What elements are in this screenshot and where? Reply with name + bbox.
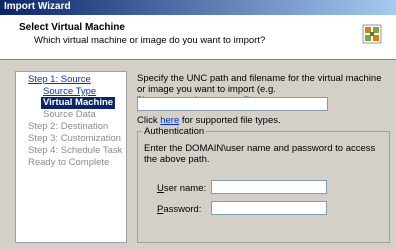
help-line: Click here for supported file types. xyxy=(137,115,281,126)
unc-path-input[interactable] xyxy=(137,97,328,111)
authentication-legend: Authentication xyxy=(142,126,207,137)
window-title: Import Wizard xyxy=(4,1,71,12)
password-label-text: assword: xyxy=(163,204,202,215)
password-label: Password: xyxy=(157,204,201,215)
page-subtitle: Which virtual machine or image do you wa… xyxy=(34,35,266,46)
help-prefix: Click xyxy=(137,115,161,126)
wizard-steps-panel: Step 1: Source Source Type Virtual Machi… xyxy=(15,71,127,243)
import-wizard-window: Import Wizard Select Virtual Machine Whi… xyxy=(0,0,396,249)
username-input[interactable] xyxy=(211,180,327,194)
authentication-description: Enter the DOMAIN\user name and password … xyxy=(144,143,376,165)
supported-file-types-link[interactable]: here xyxy=(160,115,179,126)
nav-ready-to-complete: Ready to Complete xyxy=(28,157,110,168)
wizard-header: Select Virtual Machine Which virtual mac… xyxy=(0,15,396,60)
page-title: Select Virtual Machine xyxy=(19,22,125,33)
username-label: User name: xyxy=(157,183,206,194)
title-bar[interactable]: Import Wizard xyxy=(0,0,396,15)
username-label-text: ser name: xyxy=(163,183,207,194)
nav-step-2-destination: Step 2: Destination xyxy=(28,121,109,132)
nav-step-1-source[interactable]: Step 1: Source xyxy=(28,74,91,86)
nav-step-3-customization: Step 3: Customization xyxy=(28,133,121,144)
vmware-converter-icon xyxy=(362,24,382,44)
username-label-accel: U xyxy=(157,183,164,194)
authentication-group: Authentication Enter the DOMAIN\user nam… xyxy=(137,126,390,243)
nav-source-data: Source Data xyxy=(43,109,96,120)
nav-virtual-machine[interactable]: Virtual Machine xyxy=(41,97,116,109)
nav-step-4-schedule-task: Step 4: Schedule Task xyxy=(28,145,123,156)
password-input[interactable] xyxy=(211,201,327,215)
help-suffix: for supported file types. xyxy=(179,115,281,126)
